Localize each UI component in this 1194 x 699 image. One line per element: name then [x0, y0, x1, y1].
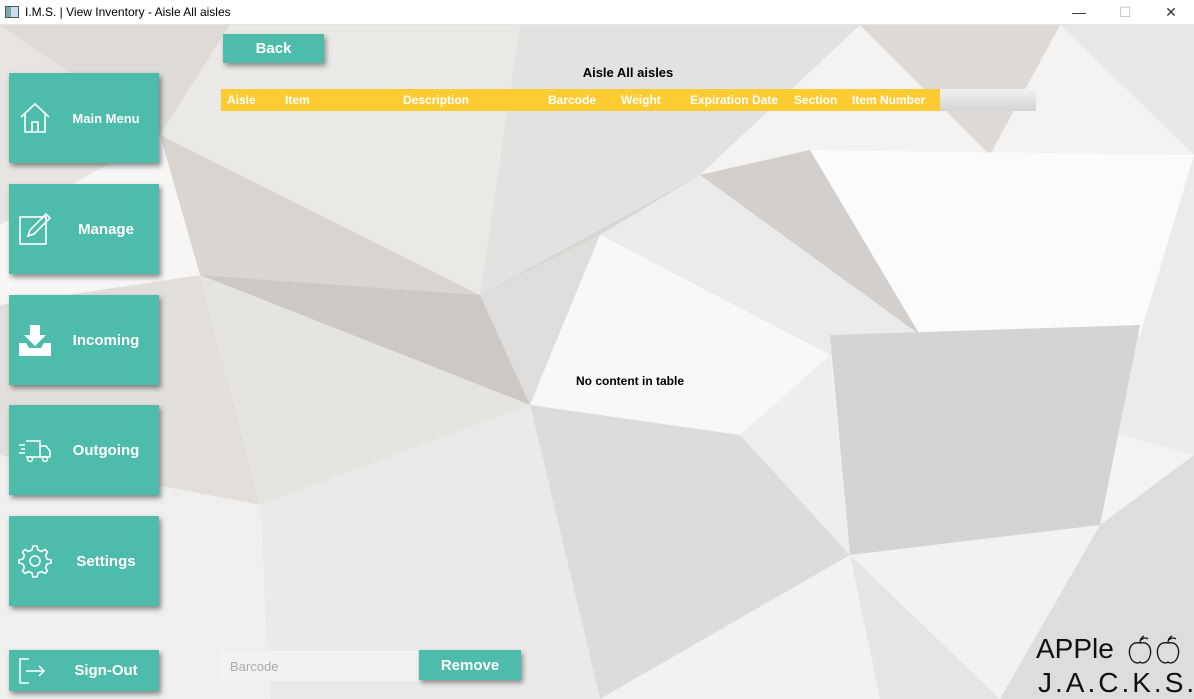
- sign-out-icon: [19, 657, 46, 684]
- column-header-aisle[interactable]: Aisle: [227, 89, 256, 111]
- apple-jacks-logo: APPle J.A.C.K.S.: [1036, 633, 1194, 699]
- inbox-download-icon: [19, 325, 51, 356]
- minimize-button[interactable]: —: [1056, 0, 1102, 24]
- edit-icon: [19, 212, 52, 245]
- sidebar-item-settings[interactable]: Settings: [9, 516, 159, 606]
- column-header-item-number[interactable]: Item Number: [852, 89, 925, 111]
- window-titlebar: I.M.S. | View Inventory - Aisle All aisl…: [0, 0, 1194, 25]
- column-header-weight[interactable]: Weight: [621, 89, 661, 111]
- logo-line2: J.A.C.K.S.: [1038, 667, 1194, 698]
- sidebar-item-manage[interactable]: Manage: [9, 184, 159, 274]
- apples-icon: [1128, 635, 1180, 664]
- sidebar-item-sign-out[interactable]: Sign-Out: [9, 650, 159, 691]
- window-controls: — ☐ ✕: [1056, 0, 1194, 24]
- back-button[interactable]: Back: [223, 34, 324, 63]
- maximize-button[interactable]: ☐: [1102, 0, 1148, 24]
- sidebar-item-outgoing[interactable]: Outgoing: [9, 405, 159, 495]
- sidebar-item-incoming[interactable]: Incoming: [9, 295, 159, 385]
- table-header-filler: [940, 89, 1036, 111]
- background-pattern: [0, 25, 1194, 699]
- home-icon: [20, 102, 50, 133]
- remove-button[interactable]: Remove: [419, 650, 521, 680]
- column-header-description[interactable]: Description: [403, 89, 469, 111]
- gear-icon: [18, 545, 52, 578]
- barcode-input[interactable]: [220, 651, 418, 681]
- sidebar-item-label: Outgoing: [72, 441, 140, 459]
- sidebar-item-label: Manage: [78, 220, 134, 238]
- table-empty-message: No content in table: [576, 374, 684, 388]
- column-header-expiration-date[interactable]: Expiration Date: [690, 89, 778, 111]
- sidebar-item-label: Incoming: [72, 331, 140, 349]
- column-header-section[interactable]: Section: [794, 89, 837, 111]
- column-header-barcode[interactable]: Barcode: [548, 89, 596, 111]
- window-title: I.M.S. | View Inventory - Aisle All aisl…: [25, 5, 231, 19]
- app-icon: [5, 6, 19, 18]
- sidebar-item-label: Sign-Out: [74, 662, 138, 679]
- sidebar-item-main-menu[interactable]: Main Menu: [9, 73, 159, 163]
- logo-line1: APPle: [1036, 633, 1114, 664]
- table-title: Aisle All aisles: [582, 65, 674, 80]
- column-header-item[interactable]: Item: [285, 89, 310, 111]
- close-button[interactable]: ✕: [1148, 0, 1194, 24]
- truck-icon: [19, 440, 51, 463]
- sidebar-item-label: Main Menu: [72, 110, 140, 126]
- table-header: Aisle Item Description Barcode Weight Ex…: [221, 89, 940, 111]
- sidebar-item-label: Settings: [76, 552, 136, 570]
